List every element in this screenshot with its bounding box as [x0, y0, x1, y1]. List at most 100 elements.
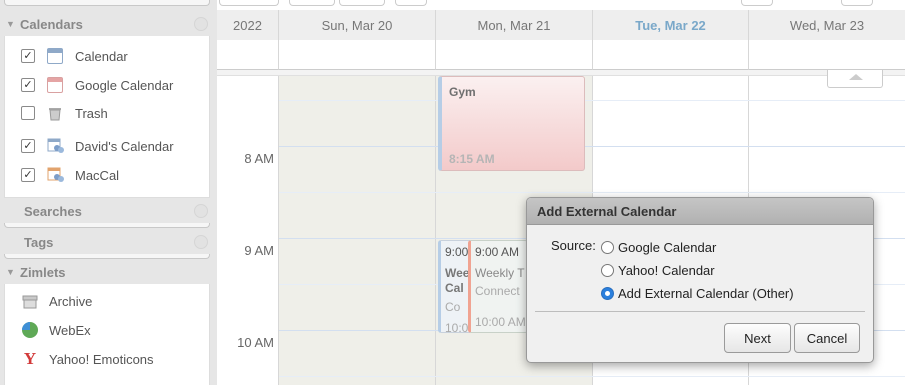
sidebar-top-button[interactable]: [4, 0, 210, 6]
zimlet-item-archive[interactable]: Archive: [5, 289, 92, 313]
gear-icon[interactable]: [194, 204, 208, 218]
toolbar-button[interactable]: [219, 0, 279, 6]
day-header-mon[interactable]: Mon, Mar 21: [436, 10, 593, 40]
radio-label: Add External Calendar (Other): [618, 286, 794, 301]
calendar-item-calendar[interactable]: ✓ Calendar: [5, 44, 128, 68]
radio-label: Google Calendar: [618, 240, 717, 255]
source-label: Source:: [551, 238, 596, 253]
checkbox[interactable]: [21, 106, 35, 120]
calendar-item-google[interactable]: ✓ Google Calendar: [5, 73, 173, 97]
day-header-tue[interactable]: Tue, Mar 22: [593, 10, 749, 40]
archive-icon: [21, 292, 39, 310]
event-gym[interactable]: Gym 8:15 AM: [438, 76, 585, 171]
radio-yahoo-calendar[interactable]: Yahoo! Calendar: [601, 263, 715, 278]
allday-cell[interactable]: [749, 40, 905, 70]
radio-button[interactable]: [601, 241, 614, 254]
searches-section-header[interactable]: Searches: [0, 199, 212, 223]
hour-line: [279, 146, 905, 147]
event-title: Gym: [449, 85, 476, 99]
scroll-up-button[interactable]: [827, 70, 883, 88]
searches-header-label: Searches: [24, 203, 82, 219]
dialog-title: Add External Calendar: [527, 198, 873, 225]
trash-icon: [47, 105, 63, 121]
event-time: 8:15 AM: [449, 152, 495, 166]
shared-calendar-icon: [47, 138, 64, 154]
zimlets-section-header[interactable]: ▼ Zimlets: [0, 260, 212, 284]
calendars-panel: ✓ Calendar ✓ Google Calendar Trash ✓ Dav…: [4, 36, 210, 198]
half-hour-line: [279, 376, 905, 377]
radio-google-calendar[interactable]: Google Calendar: [601, 240, 716, 255]
zimlets-panel: Archive WebEx Y Yahoo! Emoticons: [4, 284, 210, 385]
calendar-icon: [47, 77, 63, 93]
zimlet-label: WebEx: [49, 322, 91, 338]
webex-icon: [21, 321, 39, 339]
zimlets-header-label: Zimlets: [20, 264, 66, 280]
gear-icon[interactable]: [194, 17, 208, 31]
toolbar-button[interactable]: [339, 0, 385, 6]
radio-button-selected[interactable]: [601, 287, 614, 300]
yahoo-icon: Y: [23, 349, 37, 368]
toolbar-button[interactable]: [289, 0, 335, 6]
radio-button[interactable]: [601, 264, 614, 277]
calendar-label: Trash: [75, 105, 108, 121]
calendar-label: Calendar: [75, 48, 128, 64]
dialog-divider: [535, 311, 865, 312]
event-end-time: 10:0: [445, 321, 469, 333]
zimlet-label: Archive: [49, 293, 93, 309]
radio-label: Yahoo! Calendar: [618, 263, 715, 278]
event-location: Co: [445, 300, 461, 314]
tags-header-label: Tags: [24, 234, 54, 250]
calendar-label: David's Calendar: [75, 138, 174, 154]
cancel-button[interactable]: Cancel: [794, 323, 860, 353]
calendars-section-header[interactable]: ▼ Calendars: [0, 12, 212, 36]
zimlet-item-yahoo-emoticons[interactable]: Y Yahoo! Emoticons: [5, 347, 154, 371]
sidebar: ▼ Calendars ✓ Calendar ✓ Google Calendar…: [0, 0, 212, 385]
checkbox[interactable]: ✓: [21, 49, 35, 63]
day-header-sun[interactable]: Sun, Mar 20: [279, 10, 436, 40]
searches-panel-stub: [4, 223, 210, 228]
allday-cell[interactable]: [593, 40, 749, 70]
zimlet-item-webex[interactable]: WebEx: [5, 318, 91, 342]
half-hour-line: [279, 192, 905, 193]
event-title: Cal: [445, 281, 464, 295]
calendar-item-maccal[interactable]: ✓ MacCal: [5, 163, 119, 187]
checkbox[interactable]: ✓: [21, 168, 35, 182]
day-column-sun[interactable]: [279, 76, 436, 385]
event-time: 9:00: [445, 245, 469, 259]
toolbar-button[interactable]: [395, 0, 427, 6]
time-label: 9 AM: [244, 243, 274, 258]
event-title: Weekly T: [475, 266, 525, 280]
calendar-item-davids[interactable]: ✓ David's Calendar: [5, 134, 174, 158]
allday-cell[interactable]: [279, 40, 436, 70]
time-label: 8 AM: [244, 151, 274, 166]
day-header-wed[interactable]: Wed, Mar 23: [749, 10, 905, 40]
collapse-triangle-icon[interactable]: ▼: [6, 19, 15, 29]
shared-calendar-icon: [47, 167, 64, 183]
collapse-triangle-icon[interactable]: ▼: [6, 267, 15, 277]
event-time: 9:00 AM: [475, 245, 520, 259]
tags-panel-stub: [4, 254, 210, 259]
event-weekly-right[interactable]: 9:00 AM Weekly T Connect 10:00 AM: [468, 240, 528, 333]
calendar-label: MacCal: [75, 167, 120, 183]
next-button[interactable]: Next: [724, 323, 791, 353]
calendars-header-label: Calendars: [20, 16, 83, 32]
calendar-label: Google Calendar: [75, 77, 174, 93]
event-weekly-left[interactable]: 9:00 Wee Cal Co 10:0: [438, 240, 472, 333]
gear-icon[interactable]: [194, 235, 208, 249]
allday-cell[interactable]: [436, 40, 593, 70]
allday-gutter: [217, 40, 279, 70]
year-label: 2022: [217, 10, 279, 40]
half-hour-line: [279, 100, 905, 101]
event-location: Connect: [475, 284, 520, 298]
event-title: Wee: [445, 266, 470, 280]
toolbar-button[interactable]: [741, 0, 773, 6]
add-external-calendar-dialog: Add External Calendar Source: Google Cal…: [526, 197, 874, 363]
checkbox[interactable]: ✓: [21, 78, 35, 92]
time-label: 10 AM: [237, 335, 274, 350]
calendar-item-trash[interactable]: Trash: [5, 101, 108, 125]
zimlet-label: Yahoo! Emoticons: [49, 351, 154, 367]
radio-external-calendar-other[interactable]: Add External Calendar (Other): [601, 286, 794, 301]
toolbar-button[interactable]: [841, 0, 873, 6]
tags-section-header[interactable]: Tags: [0, 230, 212, 254]
checkbox[interactable]: ✓: [21, 139, 35, 153]
